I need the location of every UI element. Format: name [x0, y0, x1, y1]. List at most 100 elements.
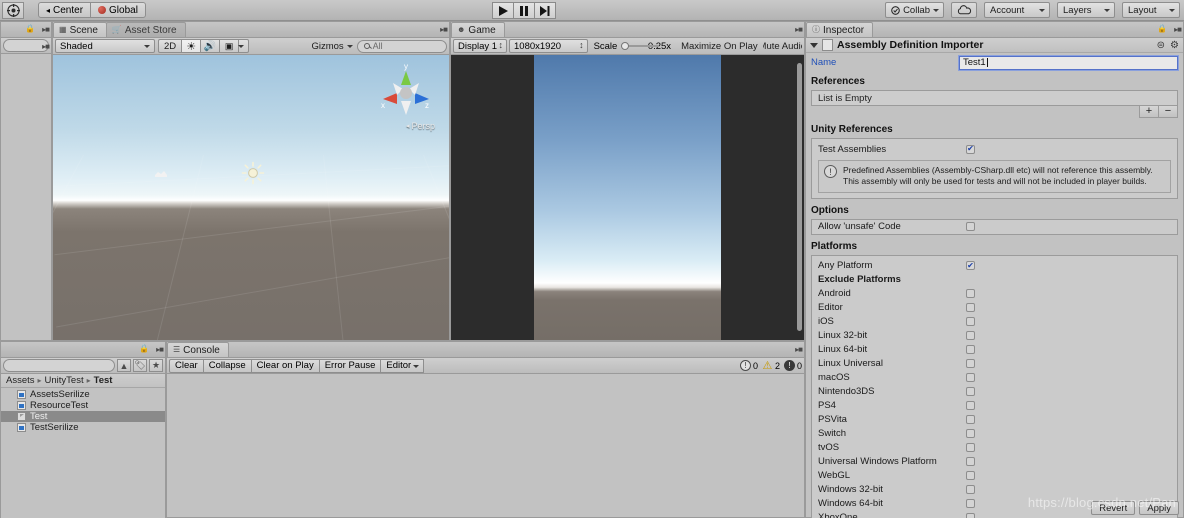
list-item[interactable]: TestSerilize [1, 422, 165, 433]
platform-checkbox[interactable] [966, 415, 975, 425]
breadcrumb-test[interactable]: Test [94, 375, 113, 386]
platform-checkbox[interactable] [966, 513, 975, 518]
layout-button[interactable]: Layout [1122, 2, 1180, 18]
pivot-mode-button[interactable]: ◂ Center [38, 2, 92, 18]
hierarchy-tree[interactable] [1, 54, 51, 340]
hierarchy-panel-menu-icon[interactable]: ▸■ [42, 25, 50, 34]
tab-console[interactable]: ☰ Console [167, 342, 229, 357]
list-item[interactable]: Test [1, 411, 165, 422]
tab-asset-store[interactable]: 🛒 Asset Store [105, 22, 186, 37]
project-panel-menu-icon[interactable]: ▸■ [156, 345, 164, 354]
console-error-counter[interactable]: ! 0 [783, 360, 802, 371]
console-editor-dropdown[interactable]: Editor [380, 358, 425, 373]
account-button[interactable]: Account [984, 2, 1050, 18]
scene-lighting-toggle[interactable]: ☀ [181, 39, 202, 53]
inspector-icon: ⓘ [812, 25, 820, 34]
apply-button[interactable]: Apply [1139, 501, 1179, 515]
console-message-list[interactable] [167, 374, 804, 517]
game-mute-audio-toggle[interactable]: Mute Audio [763, 39, 802, 53]
cloud-services-button[interactable] [951, 2, 977, 18]
space-mode-button[interactable]: Global [90, 2, 146, 18]
step-button[interactable] [534, 2, 556, 19]
preset-icon[interactable]: ⊜ [1157, 40, 1165, 51]
platform-checkbox[interactable] [966, 443, 975, 453]
directional-light-gizmo[interactable] [241, 161, 265, 188]
game-scale-slider[interactable] [621, 41, 660, 51]
scene-search-input[interactable]: All [356, 39, 447, 53]
tab-game[interactable]: ☻ Game [451, 22, 505, 37]
scene-effects-dropdown[interactable] [238, 39, 250, 53]
game-panel-menu-icon[interactable]: ▸■ [795, 25, 803, 34]
scene-projection-toggle[interactable]: ◂ Persp [406, 121, 435, 131]
list-item[interactable]: ResourceTest [1, 400, 165, 411]
list-item[interactable]: AssetsSerilize [1, 389, 165, 400]
platform-checkbox[interactable] [966, 331, 975, 341]
scene-draw-mode-dropdown[interactable]: Shaded [55, 39, 155, 53]
scene-panel-menu-icon[interactable]: ▸■ [440, 25, 448, 34]
platform-checkbox[interactable] [966, 457, 975, 467]
scene-effects-toggle[interactable]: ▣ [219, 39, 240, 53]
game-scrollbar[interactable] [797, 63, 802, 331]
platform-checkbox[interactable] [966, 499, 975, 509]
game-maximize-on-play-toggle[interactable]: Maximize On Play [676, 39, 763, 53]
platform-checkbox[interactable] [966, 401, 975, 411]
scene-gizmos-dropdown[interactable]: Gizmos [306, 39, 356, 53]
foldout-arrow-icon[interactable] [810, 42, 818, 48]
game-viewport[interactable] [451, 55, 804, 340]
breadcrumb-assets[interactable]: Assets [6, 375, 35, 386]
filter-by-type-icon[interactable]: ▲ [117, 359, 131, 372]
test-assemblies-checkbox[interactable] [966, 144, 975, 154]
platform-checkbox[interactable] [966, 485, 975, 495]
hierarchy-create-menu-icon[interactable]: ▸■ [42, 42, 50, 51]
project-asset-list[interactable]: AssetsSerilize ResourceTest Test TestSer… [1, 388, 165, 518]
console-collapse-toggle[interactable]: Collapse [202, 358, 252, 373]
gear-icon[interactable]: ⚙ [1170, 40, 1179, 51]
tab-inspector[interactable]: ⓘ Inspector [806, 22, 874, 37]
add-reference-button[interactable]: + [1139, 105, 1159, 118]
move-tool-icon[interactable] [2, 1, 24, 19]
references-list[interactable]: List is Empty [811, 90, 1178, 106]
any-platform-checkbox[interactable] [966, 261, 975, 271]
breadcrumb-unitytest[interactable]: UnityTest [45, 375, 84, 386]
console-error-pause-toggle[interactable]: Error Pause [318, 358, 382, 373]
unity-editor-window: ◂ Center Global Collab Account Layers La… [0, 0, 1184, 518]
platform-checkbox[interactable] [966, 387, 975, 397]
lock-icon[interactable]: 🔒 [25, 24, 35, 33]
revert-button[interactable]: Revert [1091, 501, 1136, 515]
platform-checkbox[interactable] [966, 471, 975, 481]
lock-icon[interactable]: 🔒 [1157, 24, 1167, 33]
console-panel-menu-icon[interactable]: ▸■ [795, 345, 803, 354]
slider-thumb[interactable] [621, 42, 630, 50]
platform-checkbox[interactable] [966, 373, 975, 383]
project-search-input[interactable] [3, 359, 115, 372]
unsafe-code-checkbox[interactable] [966, 222, 975, 232]
console-warning-counter[interactable]: ⚠ 2 [762, 360, 780, 372]
console-info-counter[interactable]: ! 0 [739, 360, 758, 371]
collab-button[interactable]: Collab [885, 2, 944, 18]
console-clear-button[interactable]: Clear [169, 358, 204, 373]
name-input[interactable]: Test1 [958, 54, 1179, 71]
platform-checkbox[interactable] [966, 289, 975, 299]
console-clear-on-play-toggle[interactable]: Clear on Play [250, 358, 320, 373]
lock-icon[interactable]: 🔒 [139, 344, 149, 353]
game-display-dropdown[interactable]: Display 1 [453, 39, 507, 53]
effects-icon: ▣ [224, 40, 234, 51]
platform-checkbox[interactable] [966, 303, 975, 313]
play-button[interactable] [492, 2, 514, 19]
layers-button[interactable]: Layers [1057, 2, 1115, 18]
pause-button[interactable] [513, 2, 535, 19]
scene-2d-toggle[interactable]: 2D [158, 39, 183, 53]
remove-reference-button[interactable]: − [1158, 105, 1178, 118]
scene-viewport[interactable]: y x z ◂ Persp [53, 55, 449, 340]
platform-checkbox[interactable] [966, 345, 975, 355]
game-resolution-dropdown[interactable]: 1080x1920 [509, 39, 588, 53]
inspector-panel-menu-icon[interactable]: ▸■ [1174, 25, 1182, 34]
favorites-icon[interactable]: ★ [149, 359, 163, 372]
tab-scene[interactable]: ▦ Scene [53, 22, 107, 37]
platform-checkbox[interactable] [966, 429, 975, 439]
camera-gizmo[interactable] [153, 168, 169, 183]
platform-checkbox[interactable] [966, 359, 975, 369]
platform-checkbox[interactable] [966, 317, 975, 327]
filter-by-label-icon[interactable]: 🏷 [133, 359, 147, 372]
scene-audio-toggle[interactable]: 🔊 [200, 39, 221, 53]
